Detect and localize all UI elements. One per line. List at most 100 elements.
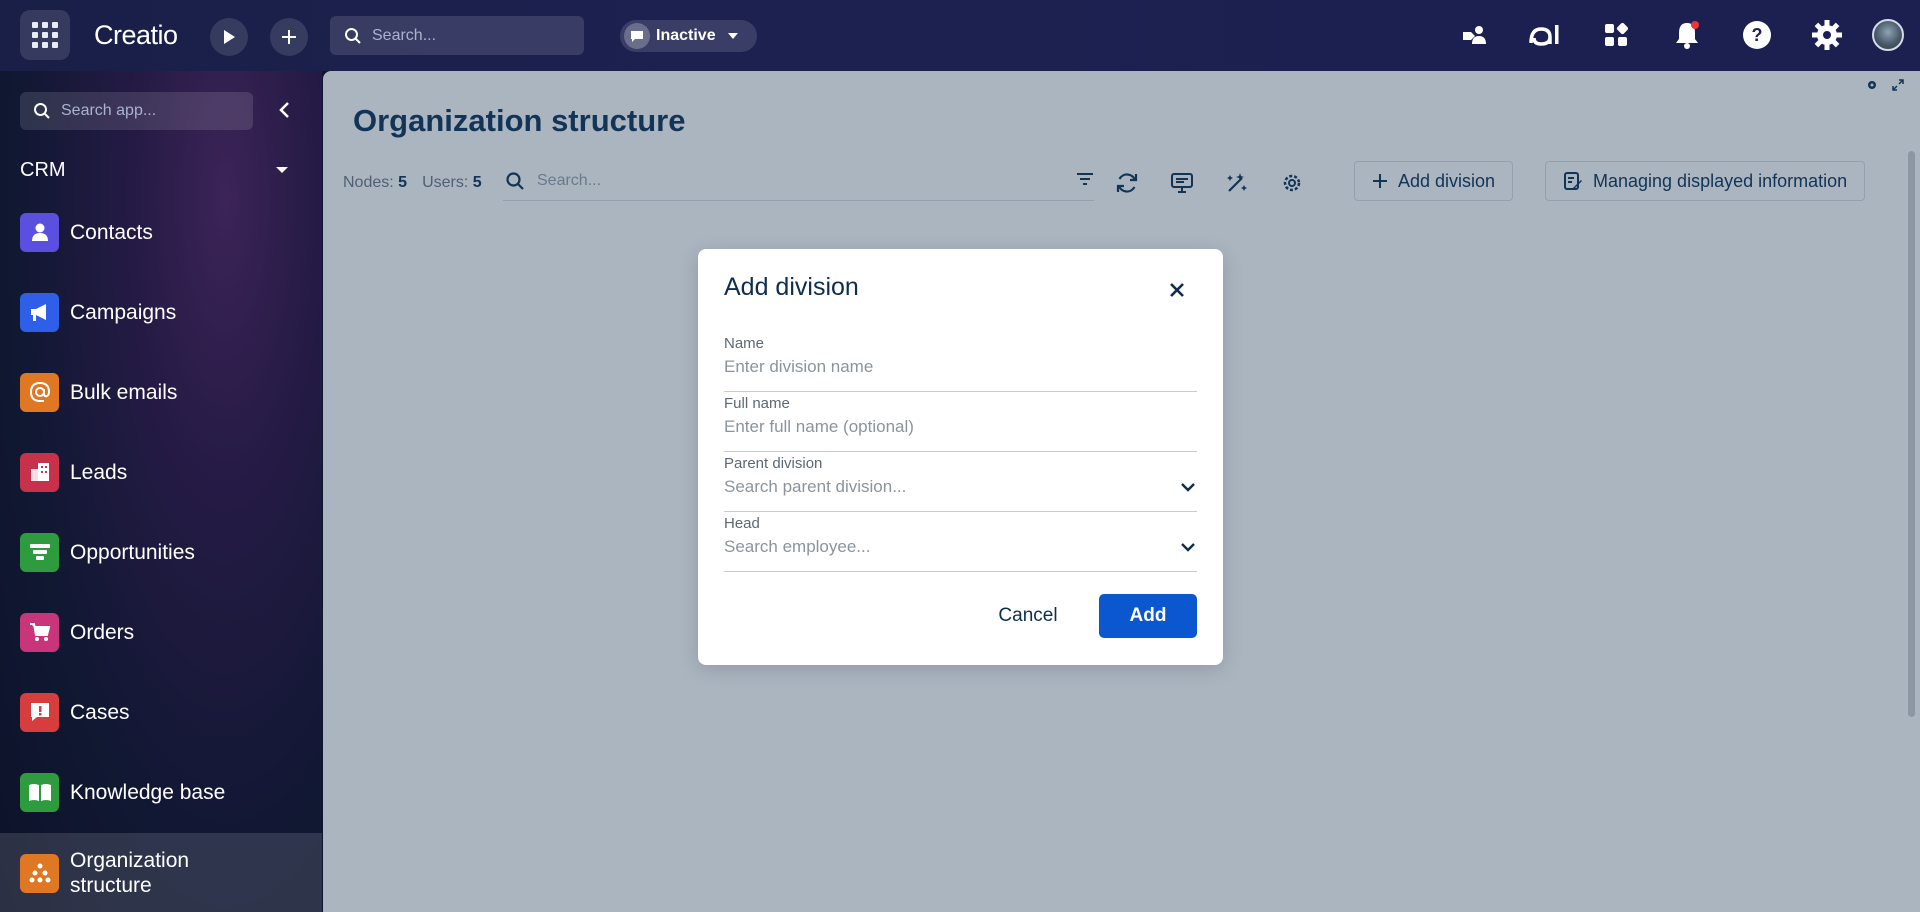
at-icon bbox=[20, 372, 59, 412]
workplace-title[interactable]: CRM bbox=[20, 159, 66, 182]
workplace-caret-icon[interactable] bbox=[276, 167, 288, 173]
book-icon bbox=[20, 772, 59, 812]
name-field-placeholder: Enter division name bbox=[724, 357, 874, 376]
sidebar-item-label: Orders bbox=[70, 620, 135, 644]
expand-icon[interactable] bbox=[1892, 79, 1904, 91]
sidebar-item-label: Bulk emails bbox=[70, 380, 178, 404]
funnel-icon bbox=[20, 532, 59, 572]
head-field-label: Head bbox=[724, 515, 760, 532]
run-process-button[interactable] bbox=[210, 18, 248, 56]
handshake-icon[interactable] bbox=[1458, 18, 1492, 52]
chevron-left-icon bbox=[279, 102, 289, 118]
chevron-down-icon[interactable] bbox=[1181, 543, 1195, 552]
plus-icon bbox=[282, 30, 296, 44]
add-button[interactable]: Add bbox=[1099, 594, 1197, 638]
app-search-input[interactable]: Search app... bbox=[20, 92, 253, 130]
counts: Nodes: 5 Users: 5 bbox=[343, 174, 482, 192]
apps-grid-icon bbox=[32, 22, 58, 48]
plus-icon bbox=[1373, 174, 1387, 188]
sidebar-item-organization-structure[interactable]: Organization structure bbox=[0, 833, 322, 912]
settings-small-icon[interactable] bbox=[1866, 79, 1878, 91]
ai-icon[interactable] bbox=[1528, 18, 1562, 52]
chevron-down-icon bbox=[727, 33, 738, 39]
app-search-placeholder: Search app... bbox=[61, 102, 157, 119]
sidebar-item-knowledge-base[interactable]: Knowledge base bbox=[0, 756, 322, 828]
sidebar-item-label: Cases bbox=[70, 700, 130, 724]
chat-icon bbox=[624, 23, 650, 49]
top-bar: Creatio Search... Inactive ? bbox=[0, 0, 1920, 71]
help-icon[interactable]: ? bbox=[1740, 18, 1774, 52]
filter-icon[interactable] bbox=[1076, 171, 1094, 187]
bell-icon[interactable] bbox=[1670, 18, 1704, 52]
cases-icon bbox=[20, 692, 59, 732]
global-search-input[interactable]: Search... bbox=[330, 16, 584, 55]
widgets-icon[interactable] bbox=[1599, 18, 1633, 52]
name-field-label: Name bbox=[724, 335, 765, 352]
edit-list-icon bbox=[1564, 172, 1582, 190]
page-title: Organization structure bbox=[353, 103, 686, 138]
play-icon bbox=[224, 30, 235, 44]
global-search-placeholder: Search... bbox=[372, 26, 437, 44]
add-division-dialog: Add division Name Enter division name Fu… bbox=[698, 249, 1223, 665]
sidebar-item-orders[interactable]: Orders bbox=[0, 596, 322, 668]
full-name-field-placeholder: Enter full name (optional) bbox=[724, 417, 914, 436]
status-dropdown[interactable]: Inactive bbox=[620, 20, 757, 52]
sidebar-item-opportunities[interactable]: Opportunities bbox=[0, 516, 322, 588]
creatio-logo[interactable]: Creatio bbox=[94, 20, 178, 51]
structure-search-input[interactable]: Search... bbox=[503, 161, 1094, 201]
sidebar: Search app... CRM Contacts Campaigns Bul… bbox=[0, 71, 322, 912]
sidebar-item-bulk-emails[interactable]: Bulk emails bbox=[0, 356, 322, 428]
name-field[interactable]: Name Enter division name bbox=[724, 335, 1197, 392]
magic-wand-icon[interactable] bbox=[1223, 169, 1251, 197]
presentation-icon[interactable] bbox=[1168, 169, 1196, 197]
collapse-sidebar-button[interactable] bbox=[272, 98, 296, 122]
sidebar-item-label: Contacts bbox=[70, 220, 153, 244]
full-name-field[interactable]: Full name Enter full name (optional) bbox=[724, 395, 1197, 452]
nodes-count: Nodes: 5 bbox=[343, 174, 408, 191]
parent-division-field-placeholder: Search parent division... bbox=[724, 477, 907, 496]
settings-icon[interactable] bbox=[1278, 169, 1306, 197]
create-button[interactable] bbox=[270, 18, 308, 56]
head-field-placeholder: Search employee... bbox=[724, 537, 871, 556]
sidebar-item-label: Campaigns bbox=[70, 300, 177, 324]
chevron-down-icon[interactable] bbox=[1181, 483, 1195, 492]
cart-icon bbox=[20, 612, 59, 652]
scrollbar[interactable] bbox=[1908, 151, 1915, 717]
leads-icon bbox=[20, 452, 59, 492]
dialog-title: Add division bbox=[724, 273, 859, 301]
search-icon bbox=[34, 103, 50, 119]
users-count: Users: 5 bbox=[422, 174, 482, 191]
sidebar-item-label: Organization structure bbox=[70, 849, 190, 897]
gear-icon[interactable] bbox=[1810, 18, 1844, 52]
status-label: Inactive bbox=[656, 27, 716, 44]
add-division-button[interactable]: Add division bbox=[1354, 161, 1514, 201]
add-division-label: Add division bbox=[1398, 170, 1496, 191]
sidebar-item-cases[interactable]: Cases bbox=[0, 676, 322, 748]
refresh-icon[interactable] bbox=[1113, 169, 1141, 197]
org-structure-icon bbox=[20, 853, 59, 893]
avatar[interactable] bbox=[1872, 19, 1904, 51]
sidebar-item-campaigns[interactable]: Campaigns bbox=[0, 276, 322, 348]
search-icon bbox=[345, 27, 361, 44]
toolbar: Nodes: 5 Users: 5 Search... Add division… bbox=[343, 161, 1903, 205]
cancel-button[interactable]: Cancel bbox=[988, 594, 1068, 638]
search-icon bbox=[506, 171, 524, 190]
sidebar-item-label: Leads bbox=[70, 460, 128, 484]
sidebar-item-label: Opportunities bbox=[70, 540, 195, 564]
sidebar-item-label: Knowledge base bbox=[70, 780, 226, 804]
close-icon bbox=[1170, 283, 1184, 297]
sidebar-item-leads[interactable]: Leads bbox=[0, 436, 322, 508]
svg-text:?: ? bbox=[1752, 25, 1763, 45]
sidebar-item-contacts[interactable]: Contacts bbox=[0, 196, 322, 268]
parent-division-field-label: Parent division bbox=[724, 455, 823, 472]
parent-division-field[interactable]: Parent division Search parent division..… bbox=[724, 455, 1197, 512]
contacts-icon bbox=[20, 212, 59, 252]
head-field[interactable]: Head Search employee... bbox=[724, 515, 1197, 572]
managing-displayed-info-label: Managing displayed information bbox=[1593, 170, 1848, 191]
full-name-field-label: Full name bbox=[724, 395, 790, 412]
managing-displayed-info-button[interactable]: Managing displayed information bbox=[1545, 161, 1866, 201]
megaphone-icon bbox=[20, 292, 59, 332]
apps-grid-button[interactable] bbox=[20, 10, 70, 60]
structure-search-placeholder: Search... bbox=[537, 171, 602, 189]
close-dialog-button[interactable] bbox=[1164, 277, 1190, 303]
